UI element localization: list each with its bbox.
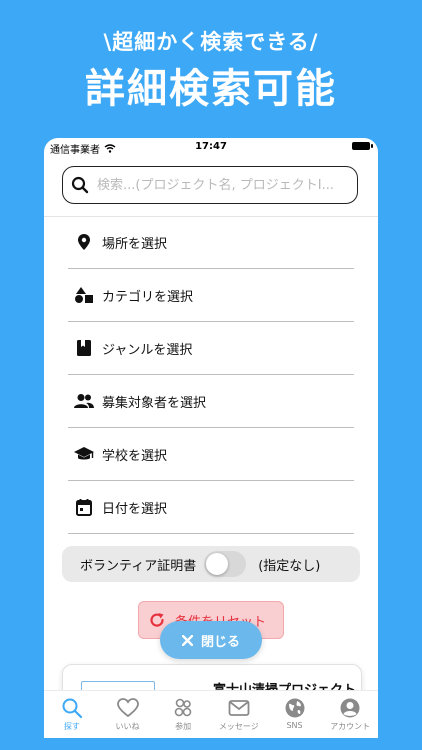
filter-label: 学校を選択 [102,448,168,464]
promo-title: 詳細検索可能 [85,66,337,112]
filter-label: カテゴリを選択 [102,289,194,305]
volunteer-toggle[interactable] [204,551,247,577]
close-icon [181,634,193,646]
people-icon [74,391,94,411]
toggle-knob [206,553,229,575]
tab-likes[interactable]: いいね [100,691,156,738]
filter-date[interactable]: 日付を選択 [68,481,354,534]
tab-messages[interactable]: メッセージ [211,691,267,738]
volunteer-certificate-row: ボランティア証明書 (指定なし) [62,546,360,582]
refresh-icon [150,613,164,627]
book-icon [74,338,94,358]
status-time: 17:47 [195,141,227,152]
search-bar[interactable] [62,166,358,204]
graduation-cap-icon [74,444,94,464]
search-input[interactable] [95,176,349,194]
search-icon [71,176,89,194]
mail-icon [228,700,250,716]
tab-label: 探す [63,722,80,731]
close-button[interactable]: 閉じる [160,621,262,659]
filter-label: 募集対象者を選択 [102,395,207,411]
tab-label: メッセージ [218,722,259,731]
tab-label: 参加 [175,722,192,731]
location-pin-icon [74,232,94,252]
category-shapes-icon [74,285,94,305]
phone-screen: 通信事業者 17:47 場所を選択 カテゴリを選択 [44,138,378,738]
tab-account[interactable]: アカウント [322,691,378,738]
tab-bar: 探す いいね 参加 メッセージ SNS アカウント [44,690,378,738]
tab-label: SNS [286,721,303,730]
tab-search[interactable]: 探す [44,691,100,738]
filter-school[interactable]: 学校を選択 [68,428,354,481]
promo-subtitle: \超細かく検索できる/ [103,30,319,54]
filter-location[interactable]: 場所を選択 [68,216,354,269]
calendar-icon [74,497,94,517]
tab-participate[interactable]: 参加 [155,691,211,738]
account-icon [340,698,360,718]
volunteer-label: ボランティア証明書 [80,558,197,574]
filter-genre[interactable]: ジャンルを選択 [68,322,354,375]
volunteer-state: (指定なし) [258,558,321,574]
battery-icon [352,142,373,150]
participate-icon [174,698,192,717]
tab-label: いいね [115,722,140,731]
heart-icon [116,698,139,718]
filter-label: ジャンルを選択 [102,342,193,358]
tab-sns[interactable]: SNS [267,691,323,738]
tab-label: アカウント [330,722,371,731]
filter-category[interactable]: カテゴリを選択 [68,269,354,322]
filter-label: 場所を選択 [102,236,168,252]
filter-label: 日付を選択 [102,501,168,517]
filter-target[interactable]: 募集対象者を選択 [68,375,354,428]
status-bar: 通信事業者 17:47 [44,138,378,156]
search-icon [62,698,82,719]
globe-icon [285,698,305,718]
close-label: 閉じる [200,634,240,650]
